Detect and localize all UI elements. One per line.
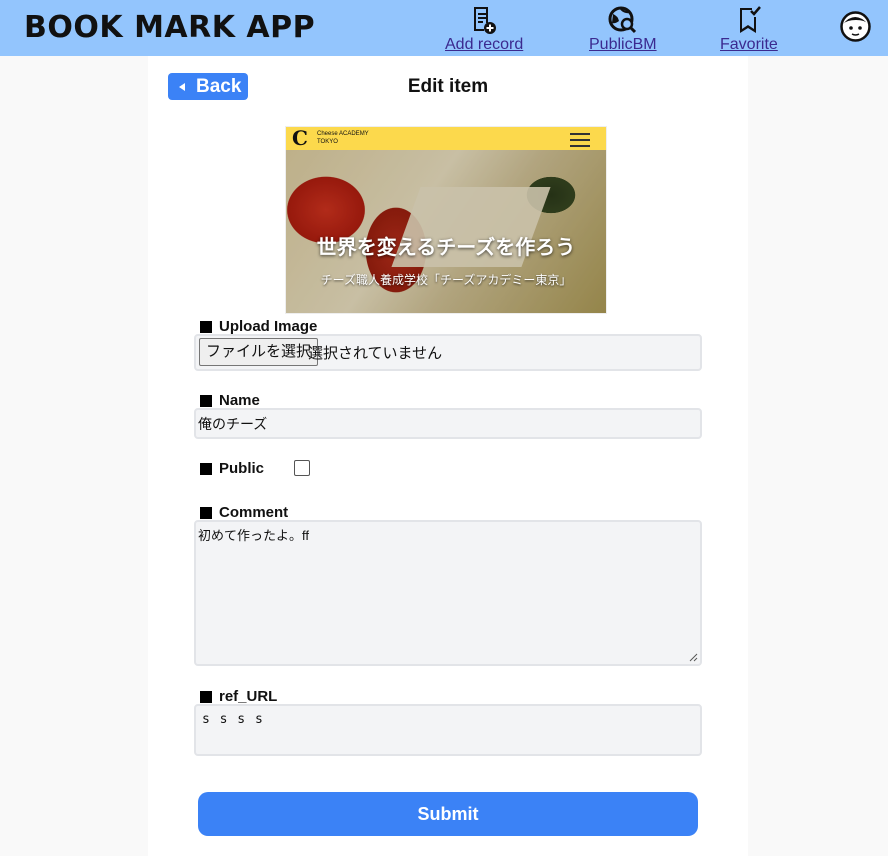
preview-logo-text: Cheese ACADEMY TOKYO <box>317 130 369 146</box>
public-label: Public <box>200 460 264 477</box>
nav-add-record-label[interactable]: Add record <box>445 36 523 54</box>
upload-image-label: Upload Image <box>200 318 317 335</box>
preview-logo-letter: C <box>292 126 308 150</box>
comment-label-text: Comment <box>219 504 289 521</box>
submit-button[interactable]: Submit <box>198 792 698 836</box>
public-label-text: Public <box>219 460 265 477</box>
name-label-text: Name <box>219 392 260 409</box>
preview-site-header: C Cheese ACADEMY TOKYO <box>286 127 606 150</box>
square-bullet-icon <box>200 506 212 519</box>
ref-url-label: ref_URL <box>200 688 277 705</box>
preview-subline: チーズ職人養成学校「チーズアカデミー東京」 <box>320 273 572 287</box>
nav-public-bm-label[interactable]: PublicBM <box>589 36 657 54</box>
choose-file-button[interactable]: ファイルを選択 <box>199 338 319 366</box>
ref-url-value: s s s s <box>202 712 264 727</box>
upload-image-label-text: Upload Image <box>219 318 318 335</box>
preview-image: C Cheese ACADEMY TOKYO 世界を変えるチーズを作ろう チーズ… <box>285 126 607 314</box>
app-title: BOOK MARK APP <box>24 10 316 45</box>
user-avatar-icon[interactable] <box>840 11 871 42</box>
nav-favorite[interactable]: Favorite <box>720 4 778 54</box>
square-bullet-icon <box>200 462 212 475</box>
resize-handle-icon[interactable] <box>689 653 698 662</box>
preview-logo-line2: TOKYO <box>317 139 338 145</box>
ref-url-field[interactable]: s s s s <box>194 704 702 756</box>
hamburger-menu-icon <box>570 133 590 147</box>
add-record-icon <box>474 7 497 34</box>
preview-logo-line1: Cheese ACADEMY <box>317 131 369 137</box>
page-title: Edit item <box>407 76 489 97</box>
preview-headline: 世界を変えるチーズを作ろう <box>316 237 576 259</box>
nav-public-bm[interactable]: PublicBM <box>589 4 657 54</box>
ref-url-label-text: ref_URL <box>219 688 278 705</box>
square-bullet-icon <box>200 690 212 703</box>
square-bullet-icon <box>200 394 212 407</box>
nav-favorite-label[interactable]: Favorite <box>720 36 778 54</box>
edit-panel: Back Edit item C Cheese ACADEMY TOKYO 世界… <box>148 56 748 856</box>
nav-add-record[interactable]: Add record <box>445 4 523 54</box>
name-field[interactable]: 俺のチーズ <box>194 408 702 439</box>
name-label: Name <box>200 392 260 409</box>
file-status: 選択されていません <box>308 345 443 362</box>
comment-value: 初めて作ったよ。ff <box>198 528 309 543</box>
name-value: 俺のチーズ <box>198 416 268 432</box>
file-input[interactable]: ファイルを選択 選択されていません <box>194 334 702 371</box>
square-bullet-icon <box>200 320 212 333</box>
comment-textarea[interactable]: 初めて作ったよ。ff <box>194 520 702 666</box>
comment-label: Comment <box>200 504 288 521</box>
public-search-icon <box>608 6 636 34</box>
app-header: BOOK MARK APP Add record PublicBM Favori… <box>0 0 888 56</box>
public-checkbox[interactable] <box>294 460 310 476</box>
bookmark-check-icon <box>739 6 761 33</box>
